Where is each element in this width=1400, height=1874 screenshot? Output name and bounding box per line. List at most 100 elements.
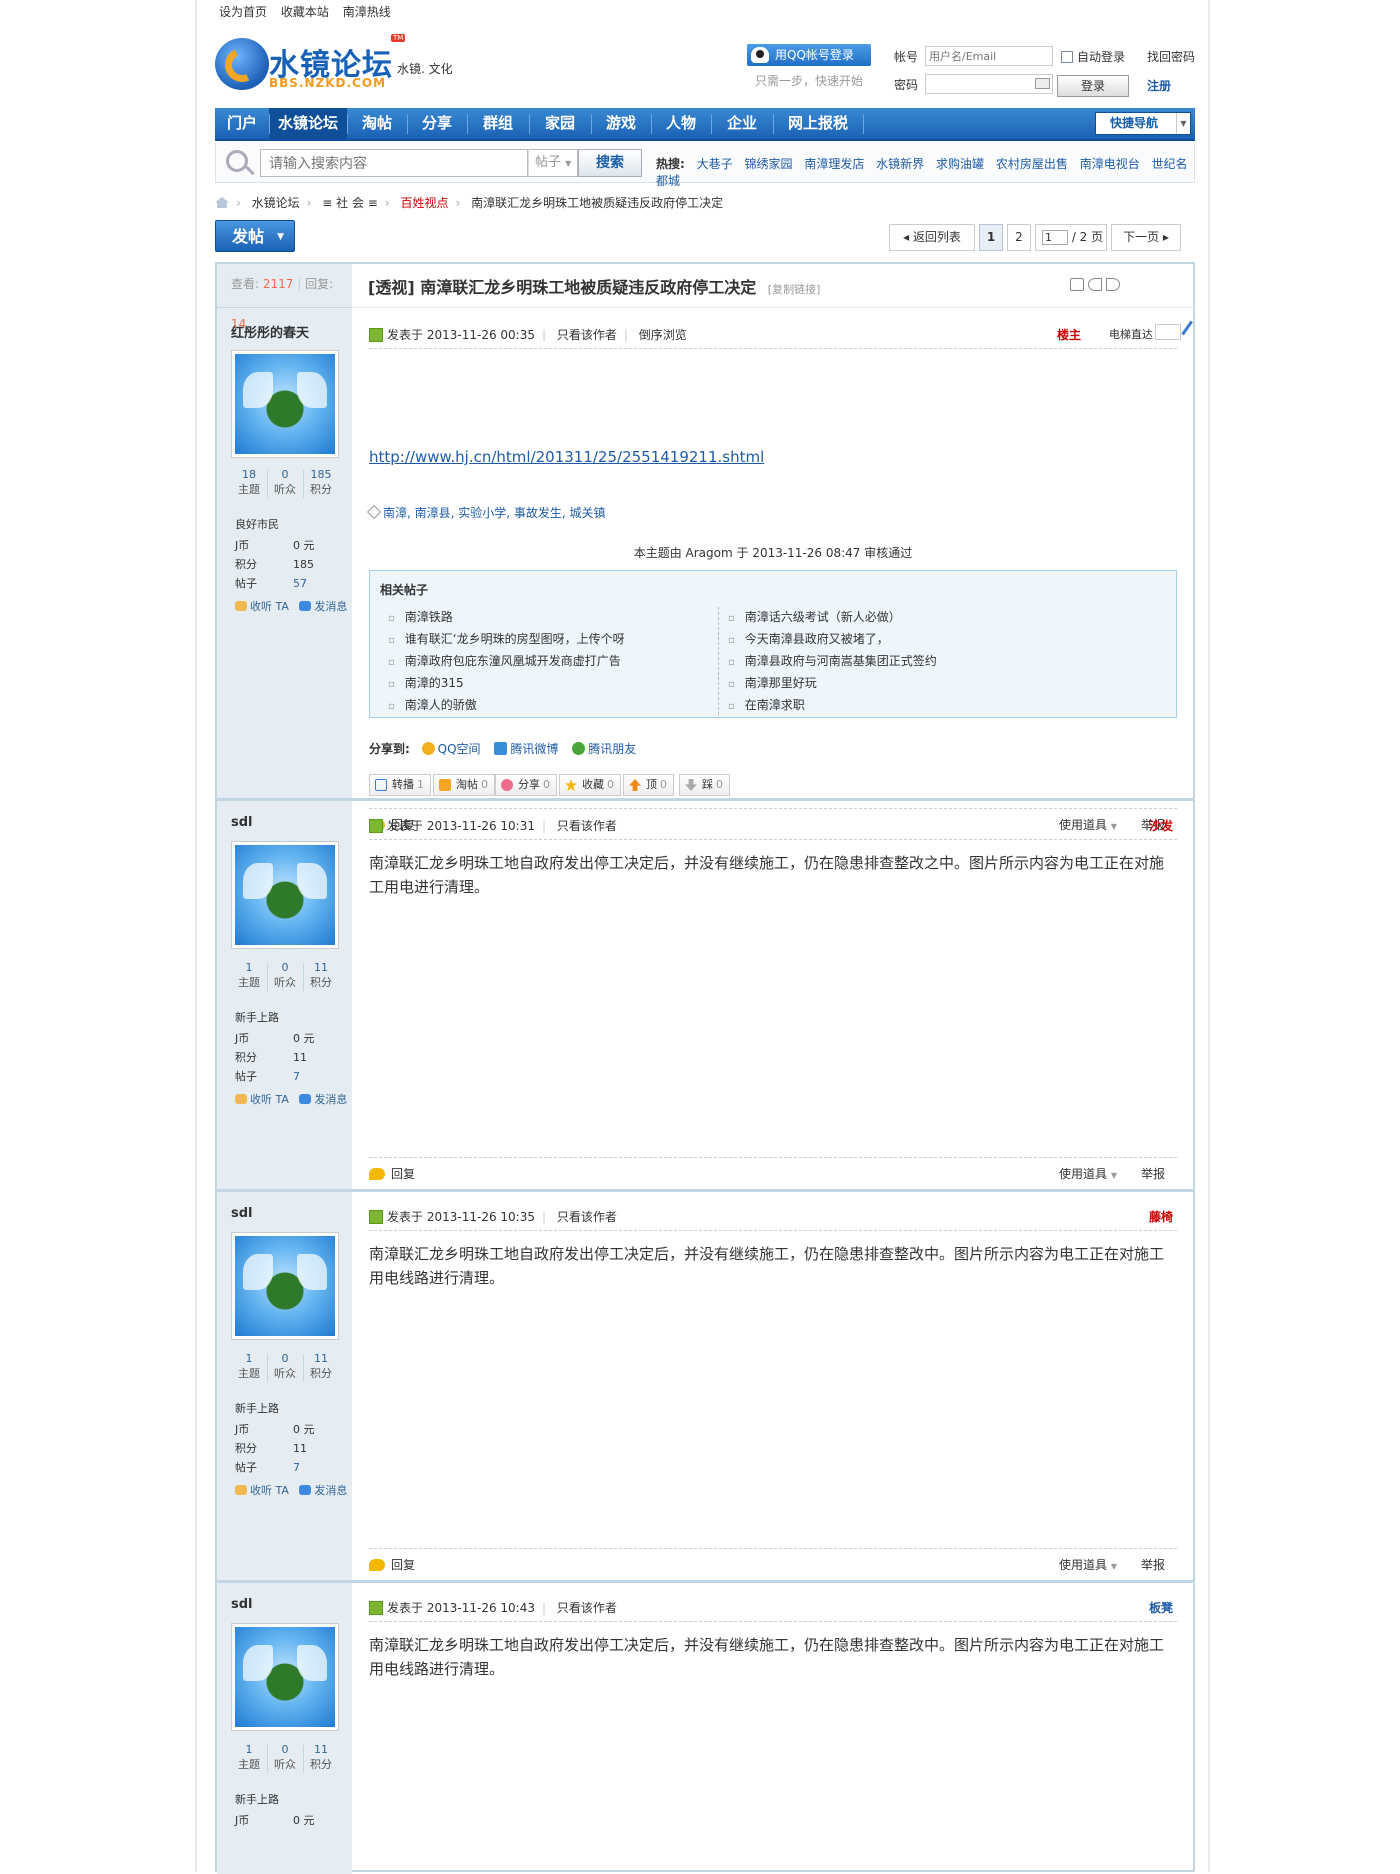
topics-count[interactable]: 1 xyxy=(246,961,253,974)
follow-button[interactable]: 收听 TA xyxy=(250,1093,289,1106)
only-author-link[interactable]: 只看该作者 xyxy=(557,819,617,833)
nav-item-business[interactable]: 企业 xyxy=(711,108,773,139)
new-post-button[interactable]: 发帖 ▼ xyxy=(215,220,295,252)
prev-thread-icon[interactable] xyxy=(1088,278,1102,291)
taotie-button[interactable]: 淘帖 0 xyxy=(433,774,495,796)
fans-count[interactable]: 0 xyxy=(282,1352,289,1365)
breadcrumb-board[interactable]: 百姓视点 xyxy=(401,196,449,210)
nav-item-games[interactable]: 游戏 xyxy=(591,108,651,139)
floor-label[interactable]: 藤椅 xyxy=(1149,1208,1173,1225)
related-item[interactable]: 南漳政府包庇东潼风凰城开发商虚打广告 xyxy=(388,651,625,673)
related-item[interactable]: 南漳人的骄傲 xyxy=(388,695,625,717)
downvote-button[interactable]: 踩0 xyxy=(679,774,730,796)
post-link[interactable]: http://www.hj.cn/html/201311/25/25514192… xyxy=(369,448,764,466)
nav-item-taotie[interactable]: 淘帖 xyxy=(347,108,407,139)
reply-button[interactable]: 回复 xyxy=(369,1556,415,1573)
post-author[interactable]: sdl xyxy=(231,815,253,830)
checkbox-icon[interactable] xyxy=(1061,51,1073,63)
page-jump-input[interactable]: 1 xyxy=(1042,230,1068,245)
login-button[interactable]: 登录 xyxy=(1057,75,1129,97)
quick-nav-button[interactable]: 快捷导航 ▼ xyxy=(1095,112,1191,135)
only-author-link[interactable]: 只看该作者 xyxy=(557,1601,617,1615)
posts-value[interactable]: 7 xyxy=(293,1461,300,1474)
report-button[interactable]: 举报 xyxy=(1141,1165,1165,1182)
user-rank[interactable]: 新手上路 xyxy=(235,1400,279,1416)
copy-link-button[interactable]: [复制链接] xyxy=(768,283,821,296)
next-thread-icon[interactable] xyxy=(1106,278,1120,291)
credits-count[interactable]: 11 xyxy=(314,1352,328,1365)
posts-value[interactable]: 7 xyxy=(293,1070,300,1083)
only-author-link[interactable]: 只看该作者 xyxy=(557,1210,617,1224)
share-button[interactable]: 分享 0 xyxy=(495,774,557,796)
account-input[interactable] xyxy=(925,46,1053,66)
print-icon[interactable] xyxy=(1070,278,1084,291)
credits-count[interactable]: 11 xyxy=(314,1743,328,1756)
post-author[interactable]: sdl xyxy=(231,1206,253,1221)
related-item[interactable]: 南漳那里好玩 xyxy=(728,673,937,695)
report-button[interactable]: 举报 xyxy=(1141,1556,1165,1573)
related-item[interactable]: 南漳的315 xyxy=(388,673,625,695)
nav-item-portal[interactable]: 门户 xyxy=(215,108,269,139)
hot-search-link[interactable]: 水镜新界 xyxy=(876,157,924,171)
related-item[interactable]: 在南漳求职 xyxy=(728,695,937,717)
reverse-order-link[interactable]: 倒序浏览 xyxy=(639,328,687,342)
use-tools-button[interactable]: 使用道具 ▼ xyxy=(1059,1165,1117,1182)
keyboard-icon[interactable] xyxy=(1035,78,1050,89)
hot-search-link[interactable]: 农村房屋出售 xyxy=(996,157,1068,171)
nav-item-share[interactable]: 分享 xyxy=(407,108,467,139)
search-input[interactable] xyxy=(260,149,528,177)
follow-button[interactable]: 收听 TA xyxy=(250,1484,289,1497)
fans-count[interactable]: 0 xyxy=(282,1743,289,1756)
user-rank[interactable]: 新手上路 xyxy=(235,1791,279,1807)
related-item[interactable]: 谁有联汇‘龙乡明珠的房型图呀，上传个呀 xyxy=(388,629,625,651)
avatar[interactable] xyxy=(231,350,339,458)
find-password-link[interactable]: 找回密码 xyxy=(1147,48,1195,65)
use-tools-button[interactable]: 使用道具 ▼ xyxy=(1059,1556,1117,1573)
message-button[interactable]: 发消息 xyxy=(314,1093,347,1106)
hotline-link[interactable]: 南漳热线 xyxy=(343,5,391,19)
fans-count[interactable]: 0 xyxy=(282,961,289,974)
post-author[interactable]: 红彤彤的春天 xyxy=(231,322,309,341)
forward-button[interactable]: 转播 1 xyxy=(369,774,431,796)
avatar[interactable] xyxy=(231,1232,339,1340)
search-type-select[interactable]: 帖子 ▼ xyxy=(528,149,578,177)
hot-search-link[interactable]: 锦绣家园 xyxy=(744,157,792,171)
related-item[interactable]: 南漳县政府与河南嵩基集团正式签约 xyxy=(728,651,937,673)
breadcrumb-society[interactable]: ≡ 社 会 ≡ xyxy=(322,196,378,210)
share-friends[interactable]: 腾讯朋友 xyxy=(572,742,636,756)
hot-search-link[interactable]: 南漳理发店 xyxy=(804,157,864,171)
floor-label[interactable]: 楼主 xyxy=(1057,326,1081,343)
message-button[interactable]: 发消息 xyxy=(314,600,347,613)
bookmark-link[interactable]: 收藏本站 xyxy=(281,5,329,19)
related-item[interactable]: 南漳话六级考试（新人必做） xyxy=(728,607,937,629)
share-qzone[interactable]: QQ空间 xyxy=(421,742,481,756)
tags-text[interactable]: 南漳, 南漳县, 实验小学, 事故发生, 城关镇 xyxy=(383,506,606,520)
register-link[interactable]: 注册 xyxy=(1147,77,1171,94)
set-home-link[interactable]: 设为首页 xyxy=(219,5,267,19)
nav-item-forum[interactable]: 水镜论坛 xyxy=(269,108,347,139)
floor-label[interactable]: 沙发 xyxy=(1149,817,1173,834)
topics-count[interactable]: 1 xyxy=(246,1743,253,1756)
favorite-button[interactable]: 收藏 0 xyxy=(559,774,621,796)
hot-search-link[interactable]: 求购油罐 xyxy=(936,157,984,171)
password-input[interactable] xyxy=(925,74,1053,94)
hot-search-link[interactable]: 南漳电视台 xyxy=(1080,157,1140,171)
elevator-go-icon[interactable] xyxy=(1181,320,1199,340)
next-page-button[interactable]: 下一页 ▸ xyxy=(1111,224,1181,251)
page-2-button[interactable]: 2 xyxy=(1007,224,1031,251)
floor-label[interactable]: 板凳 xyxy=(1149,1599,1173,1616)
elevator-input[interactable] xyxy=(1155,324,1181,340)
topics-count[interactable]: 18 xyxy=(242,468,256,481)
search-button[interactable]: 搜索 xyxy=(578,149,642,177)
only-author-link[interactable]: 只看该作者 xyxy=(557,328,617,342)
related-item[interactable]: 南漳铁路 xyxy=(388,607,625,629)
auto-login-checkbox[interactable]: 自动登录 xyxy=(1061,48,1125,65)
credits-count[interactable]: 185 xyxy=(311,468,332,481)
post-author[interactable]: sdl xyxy=(231,1597,253,1612)
follow-button[interactable]: 收听 TA xyxy=(250,600,289,613)
hot-search-link[interactable]: 大巷子 xyxy=(697,157,733,171)
reply-button[interactable]: 回复 xyxy=(369,1165,415,1182)
related-item[interactable]: 今天南漳县政府又被堵了， xyxy=(728,629,937,651)
nav-item-people[interactable]: 人物 xyxy=(651,108,711,139)
site-logo[interactable]: 水镜论坛 BBS.NZKD.COM TM 水镜. 文化 xyxy=(215,34,465,94)
